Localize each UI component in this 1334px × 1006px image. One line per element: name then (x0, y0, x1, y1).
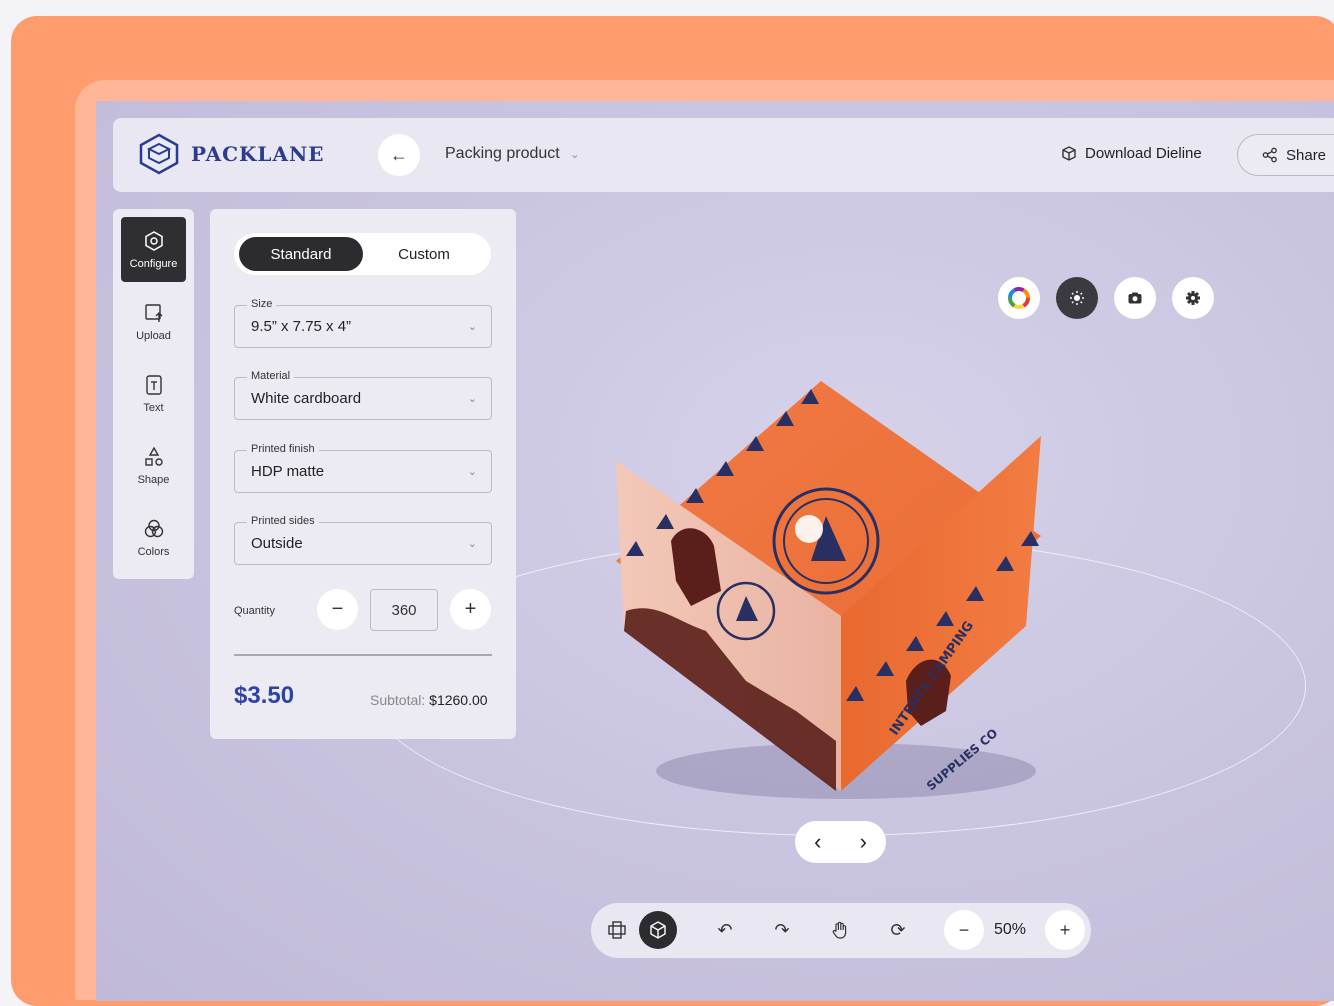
plus-icon: + (1059, 919, 1071, 940)
project-title-dropdown[interactable]: Packing product ⌄ (445, 145, 580, 163)
redo-button[interactable]: ↷ (763, 911, 801, 949)
chevron-left-icon[interactable]: ‹ (814, 829, 821, 855)
box-download-icon (1062, 145, 1076, 161)
subtotal: Subtotal: $1260.00 (370, 692, 488, 708)
back-button[interactable]: ← (378, 134, 420, 176)
sidebar-item-configure[interactable]: Configure (121, 217, 186, 282)
refresh-icon: ⟳ (890, 919, 906, 940)
subtotal-label: Subtotal: (370, 692, 426, 708)
finish-label: Printed finish (247, 443, 319, 455)
share-label: Share (1286, 146, 1327, 164)
colors-icon (144, 519, 163, 537)
sidebar-item-colors[interactable]: Colors (121, 505, 186, 570)
rotate-nav: ‹ › (795, 821, 886, 863)
tool-sidebar: Configure Upload Text Shape Colors (113, 209, 194, 579)
sidebar-item-label: Text (143, 401, 164, 414)
finish-value: HDP matte (251, 463, 325, 480)
reset-rotation-button[interactable]: ⟳ (879, 911, 917, 949)
3d-view-button[interactable] (639, 911, 677, 949)
upload-icon (144, 303, 162, 322)
brand-name: PACKLANE (191, 142, 325, 166)
hexagon-icon (144, 230, 163, 251)
quantity-input[interactable]: 360 (370, 589, 438, 631)
size-select[interactable]: Size 9.5” x 7.75 x 4” ⌄ (234, 298, 492, 348)
chevron-down-icon: ⌄ (467, 393, 477, 405)
chevron-down-icon: ⌄ (569, 147, 580, 161)
sides-label: Printed sides (247, 515, 319, 527)
quantity-increase-button[interactable]: + (450, 589, 491, 630)
zoom-in-button[interactable]: + (1045, 910, 1085, 950)
mode-toggle: Standard Custom (234, 233, 491, 275)
text-icon (145, 374, 162, 395)
chevron-right-icon[interactable]: › (860, 829, 867, 855)
size-label: Size (247, 298, 277, 310)
color-wheel-icon (1008, 287, 1030, 309)
top-bar: PACKLANE ← Packing product ⌄ Download Di… (113, 118, 1334, 192)
sidebar-item-label: Upload (136, 329, 171, 342)
lighting-button[interactable] (1056, 277, 1098, 319)
unit-price: $3.50 (234, 682, 295, 709)
bottom-toolbar: ↶ ↷ ⟳ − 50% + (591, 903, 1091, 958)
zoom-level: 50% (994, 921, 1027, 938)
quantity-decrease-button[interactable]: − (317, 589, 358, 630)
mode-custom-option[interactable]: Custom (362, 237, 486, 271)
zoom-out-button[interactable]: − (944, 910, 984, 950)
download-dieline-button[interactable]: Download Dieline (1061, 145, 1202, 162)
sun-icon (1070, 291, 1084, 305)
panel-divider (234, 654, 492, 656)
hand-icon (832, 921, 847, 939)
minus-icon: − (331, 598, 344, 620)
sides-value: Outside (251, 535, 303, 552)
minus-icon: − (958, 919, 970, 940)
download-dieline-label: Download Dieline (1085, 145, 1202, 162)
cube-icon (650, 921, 666, 939)
dieline-icon (608, 921, 626, 939)
quantity-label: Quantity (234, 605, 275, 617)
viewer-tools (998, 277, 1214, 319)
settings-button[interactable] (1172, 277, 1214, 319)
plus-icon: + (464, 598, 477, 620)
finish-select[interactable]: Printed finish HDP matte ⌄ (234, 443, 492, 493)
material-label: Material (247, 370, 295, 382)
undo-button[interactable]: ↶ (706, 911, 744, 949)
color-wheel-button[interactable] (998, 277, 1040, 319)
shapes-icon (144, 446, 163, 466)
sidebar-item-shape[interactable]: Shape (121, 433, 186, 498)
subtotal-value: $1260.00 (429, 692, 488, 708)
share-button[interactable]: Share (1237, 134, 1334, 176)
share-icon (1262, 147, 1277, 163)
mode-standard-option[interactable]: Standard (239, 237, 363, 271)
sides-select[interactable]: Printed sides Outside ⌄ (234, 515, 492, 565)
sidebar-item-label: Colors (137, 545, 170, 558)
redo-icon: ↷ (774, 919, 790, 940)
configure-panel: Standard Custom Size 9.5” x 7.75 x 4” ⌄ … (210, 209, 516, 739)
undo-icon: ↶ (717, 919, 733, 940)
chevron-down-icon: ⌄ (467, 538, 477, 550)
arrow-left-icon: ← (390, 144, 408, 165)
brand-logo[interactable]: PACKLANE (137, 132, 325, 176)
material-value: White cardboard (251, 390, 362, 407)
pan-button[interactable] (821, 911, 859, 949)
chevron-down-icon: ⌄ (467, 321, 477, 333)
camera-icon (1128, 292, 1142, 304)
sidebar-item-upload[interactable]: Upload (121, 289, 186, 354)
sidebar-item-text[interactable]: Text (121, 361, 186, 426)
project-title: Packing product (445, 145, 560, 162)
chevron-down-icon: ⌄ (467, 466, 477, 478)
gear-icon (1186, 291, 1200, 305)
sidebar-item-label: Configure (129, 257, 178, 270)
material-select[interactable]: Material White cardboard ⌄ (234, 370, 492, 420)
flat-view-button[interactable] (598, 911, 636, 949)
packlane-logo-icon (139, 133, 179, 175)
product-box-3d[interactable]: INTENTS CAMPING SUPPLIES CO (596, 271, 1056, 801)
screenshot-button[interactable] (1114, 277, 1156, 319)
size-value: 9.5” x 7.75 x 4” (251, 318, 352, 335)
sidebar-item-label: Shape (137, 473, 170, 486)
